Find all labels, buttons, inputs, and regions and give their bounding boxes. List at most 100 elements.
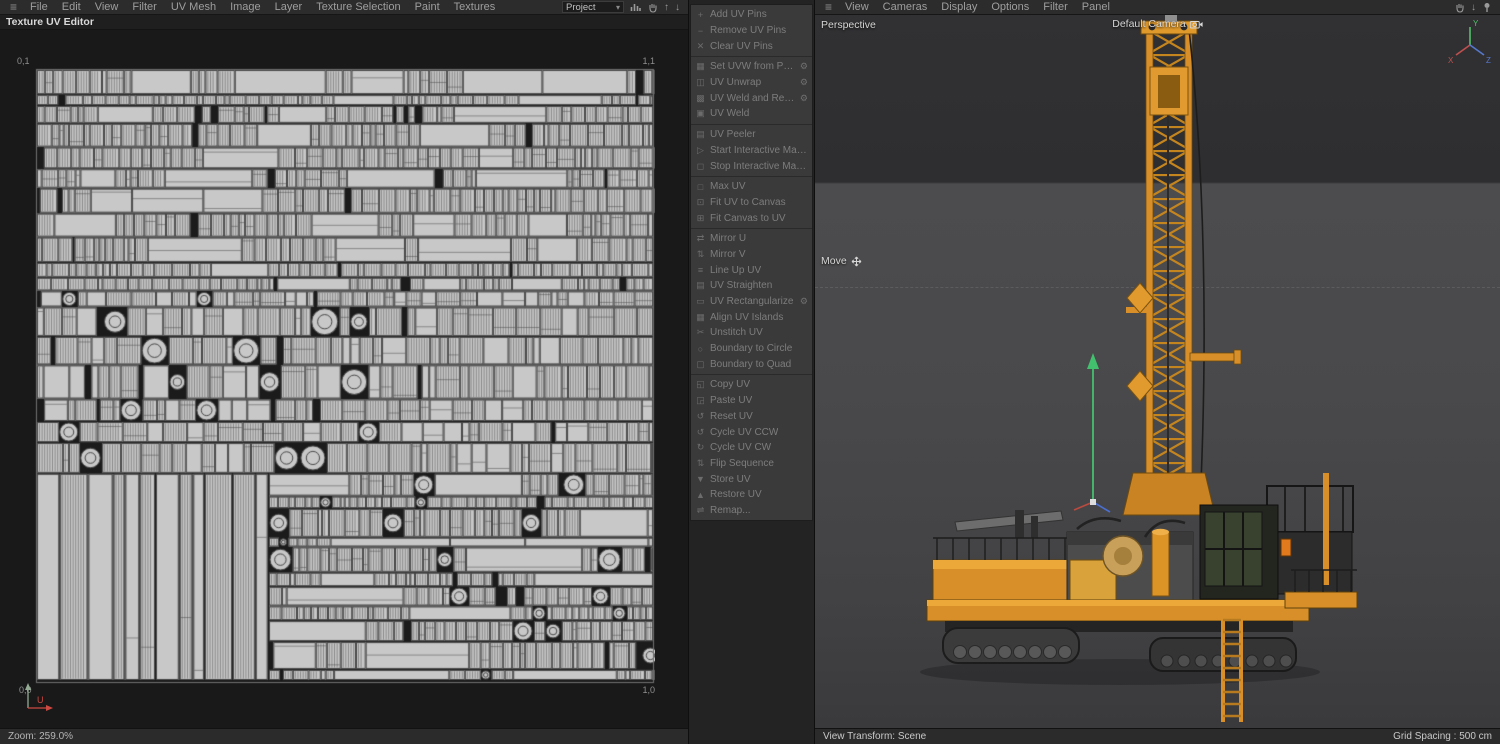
menu-item[interactable]: View (838, 0, 876, 14)
axis-x-label: X (1448, 56, 1454, 65)
uv-menu-item-label: Mirror V (710, 248, 746, 260)
arrow-up-icon[interactable]: ↑ (664, 2, 669, 13)
uv-menu-item[interactable]: ▦ Set UVW from Projection ⚙ (691, 56, 812, 75)
uv-menu-item[interactable]: ⊡ Fit UV to Canvas ⚙ (691, 195, 812, 211)
menu-item[interactable]: Panel (1075, 0, 1117, 14)
menu-item[interactable]: Textures (447, 0, 503, 14)
uv-menu-item[interactable]: ▤ UV Straighten ⚙ (691, 278, 812, 294)
uv-menu-item-label: Clear UV Pins (710, 40, 773, 52)
uv-menu-item[interactable]: □ Max UV ⚙ (691, 175, 812, 195)
gear-icon[interactable]: ⚙ (800, 77, 808, 88)
uv-menu-item-icon: ⊞ (696, 212, 705, 223)
uv-menu-item-label: Stop Interactive Mapping (710, 160, 808, 172)
uv-menu-item-label: Cycle UV CW (710, 442, 772, 454)
menu-item[interactable]: Filter (125, 0, 163, 14)
panel-title: Texture UV Editor (0, 15, 688, 30)
menu-item[interactable]: Cameras (876, 0, 935, 14)
viewport-toolbar: ↓ (1454, 2, 1496, 13)
pan-hand-icon[interactable] (1454, 2, 1465, 13)
arrow-down-icon[interactable]: ↓ (1471, 2, 1476, 13)
uv-menu-item[interactable]: ◫ UV Unwrap ⚙ (691, 75, 812, 91)
menu-item[interactable]: File (23, 0, 55, 14)
move-gizmo[interactable] (1073, 353, 1111, 513)
gear-icon[interactable]: ⚙ (800, 61, 808, 72)
hamburger-menu-icon[interactable]: ≡ (4, 0, 23, 14)
uv-menu-item-icon: ▩ (696, 92, 705, 103)
project-dropdown-value: Project (566, 1, 596, 13)
uv-axis-gizmo: U (25, 683, 53, 711)
uv-menu-item[interactable]: ▷ Start Interactive Mapping ⚙ (691, 143, 812, 159)
menu-item[interactable]: Paint (408, 0, 447, 14)
camera-selector[interactable]: Default Camera (1112, 18, 1203, 30)
zoom-level: Zoom: 259.0% (8, 731, 74, 742)
uv-menu-item[interactable]: − Remove UV Pins ⚙ (691, 23, 812, 39)
uv-menu-item-label: Unstitch UV (710, 327, 763, 339)
uv-menu-item[interactable]: ◻ Stop Interactive Mapping ⚙ (691, 158, 812, 174)
menu-item[interactable]: Options (984, 0, 1036, 14)
uv-menu-item[interactable]: + Add UV Pins ⚙ (691, 7, 812, 23)
uv-editor-panel: ≡ File Edit View Filter UV Mesh Image Layer Tex… (0, 0, 688, 744)
uv-coord-top-right: 1,1 (642, 56, 655, 66)
histogram-icon[interactable] (630, 2, 641, 12)
uv-menu-item-label: Boundary to Quad (710, 358, 792, 370)
uv-menu-item[interactable]: ⇌ Remap... ⚙ (691, 503, 812, 519)
uv-menu-item[interactable]: ↺ Reset UV ⚙ (691, 409, 812, 425)
uv-menu-item[interactable]: ▤ UV Peeler ⚙ (691, 123, 812, 143)
hamburger-menu-icon[interactable]: ≡ (819, 0, 838, 14)
menu-item[interactable]: Texture Selection (309, 0, 407, 14)
uv-menu-item[interactable]: ○ Boundary to Circle ⚙ (691, 341, 812, 357)
pan-hand-icon[interactable] (647, 2, 658, 13)
uv-menu-item[interactable]: ▢ Boundary to Quad ⚙ (691, 356, 812, 372)
uv-menu-item[interactable]: ✕ Clear UV Pins ⚙ (691, 38, 812, 54)
uv-menu-item-icon: ▦ (696, 311, 705, 322)
uv-menu-item-icon: ⇄ (696, 233, 705, 244)
uv-menu-item[interactable]: ↺ Cycle UV CCW ⚙ (691, 424, 812, 440)
menu-item[interactable]: Edit (55, 0, 88, 14)
viewport-menubar: ≡ View Cameras Display Options Filter Panel ↓ (815, 0, 1500, 15)
menu-item[interactable]: Display (934, 0, 984, 14)
uv-menu-item[interactable]: ▭ UV Rectangularize ⚙ (691, 294, 812, 310)
uv-menu-item[interactable]: ⇄ Mirror U ⚙ (691, 227, 812, 247)
uv-menu-item-label: Max UV (710, 181, 746, 193)
viewport-3d[interactable]: Y X Z Perspective Default Camera Move (815, 15, 1500, 728)
uv-menu-item[interactable]: ↻ Cycle UV CW ⚙ (691, 440, 812, 456)
uv-menu-item[interactable]: ▩ UV Weld and Relax ⚙ (691, 90, 812, 106)
gear-icon[interactable]: ⚙ (800, 296, 808, 307)
menu-item[interactable]: Filter (1036, 0, 1074, 14)
pin-icon[interactable] (1482, 2, 1492, 13)
tool-name: Move (821, 255, 847, 267)
uv-menu-item-icon: ↺ (696, 410, 705, 421)
uv-editor-menubar: ≡ File Edit View Filter UV Mesh Image Layer Tex… (0, 0, 688, 15)
uv-menu-item-icon: ▣ (696, 108, 705, 119)
uv-menu-item[interactable]: ⇅ Flip Sequence ⚙ (691, 456, 812, 472)
uv-menu-item-icon: ↻ (696, 442, 705, 453)
drill-rig-model[interactable] (920, 15, 1358, 722)
uv-menu-item[interactable]: ≡ Line Up UV ⚙ (691, 262, 812, 278)
axis-orientation-gizmo: Y X Z (1448, 19, 1491, 65)
uv-menu-item[interactable]: ✂ Unstitch UV ⚙ (691, 325, 812, 341)
gear-icon[interactable]: ⚙ (800, 93, 808, 104)
uv-canvas[interactable] (35, 68, 655, 684)
menu-item[interactable]: UV Mesh (164, 0, 223, 14)
viewport-name-label[interactable]: Perspective (821, 19, 876, 31)
uv-menu-item[interactable]: ▼ Store UV ⚙ (691, 471, 812, 487)
menu-item[interactable]: Layer (268, 0, 310, 14)
uv-menu-item[interactable]: ⊞ Fit Canvas to UV ⚙ (691, 210, 812, 226)
tool-hud-label: Move (821, 255, 862, 267)
uv-menu-item-label: Align UV Islands (710, 311, 784, 323)
uv-menu-item-label: Flip Sequence (710, 457, 774, 469)
uv-menu-item-label: UV Rectangularize (710, 296, 794, 308)
uv-menu-item[interactable]: ▲ Restore UV ⚙ (691, 487, 812, 503)
uv-menu-item-icon: ◫ (696, 77, 705, 88)
uv-menu-item[interactable]: ⇅ Mirror V ⚙ (691, 247, 812, 263)
arrow-down-icon[interactable]: ↓ (675, 2, 680, 13)
uv-menu-item-label: UV Unwrap (710, 77, 762, 89)
menu-item[interactable]: View (88, 0, 126, 14)
view-transform-status: View Transform: Scene (823, 731, 927, 742)
uv-menu-item[interactable]: ◲ Paste UV ⚙ (691, 393, 812, 409)
uv-menu-item[interactable]: ◱ Copy UV ⚙ (691, 374, 812, 393)
menu-item[interactable]: Image (223, 0, 268, 14)
uv-menu-item[interactable]: ▣ UV Weld ⚙ (691, 106, 812, 122)
uv-menu-item[interactable]: ▦ Align UV Islands ⚙ (691, 309, 812, 325)
project-dropdown[interactable]: Project ▾ (562, 1, 624, 13)
